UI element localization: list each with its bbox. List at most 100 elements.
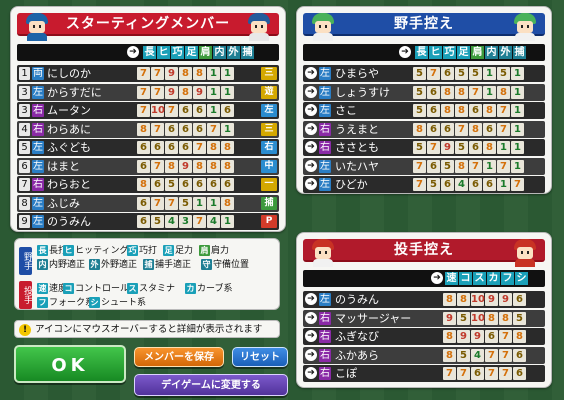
column-header-3: 足: [185, 46, 198, 59]
legend-icon: 外: [89, 259, 100, 270]
stat-value: 4: [455, 178, 468, 191]
arrow-right-icon: ➔: [431, 272, 443, 284]
starting-player-row[interactable]: 3 右ムータン 7 10 7 6 6 1 6 左: [17, 102, 279, 119]
arrow-right-icon: ➔: [305, 141, 317, 153]
arrow-right-icon: ➔: [399, 46, 411, 58]
hand-badge: 右: [319, 122, 331, 136]
bench-player-row[interactable]: ➔ 右ささとも 5 7 9 5 6 8 1 1: [303, 139, 545, 156]
starting-player-row[interactable]: 5 左ふぐども 6 6 6 6 7 8 8 右: [17, 139, 279, 156]
hand-badge: 左: [32, 85, 44, 99]
stat-value: 8: [443, 293, 456, 306]
column-header-6: 外: [499, 46, 512, 59]
stat-value: 6: [193, 178, 206, 191]
stat-value: 1: [511, 159, 524, 173]
stat-value: 6: [513, 293, 526, 306]
stat-value: 8: [413, 122, 426, 136]
legend-icon: 守: [201, 259, 212, 270]
column-header-3: カ: [487, 272, 500, 285]
stat-value: 7: [165, 104, 178, 117]
stat-value: 7: [511, 178, 524, 191]
arrow-right-icon: ➔: [305, 348, 317, 361]
day-game-button[interactable]: デイゲームに変更する: [134, 374, 288, 396]
starting-player-row[interactable]: 9 左のうみん 6 5 4 3 7 4 1 P: [17, 213, 279, 230]
stat-value: 7: [457, 367, 470, 380]
stat-value: 5: [457, 311, 470, 325]
info-icon: !: [19, 324, 31, 336]
bench-player-row[interactable]: ➔ 左いたハヤ 7 6 5 8 7 1 7 1: [303, 157, 545, 175]
stat-value: 7: [413, 159, 426, 173]
stat-value: 5: [457, 348, 470, 362]
starting-player-row[interactable]: 7 右わらおと 8 6 5 6 6 6 6 一: [17, 176, 279, 193]
stat-value: 7: [151, 122, 164, 136]
legend-label: ヒッティング: [75, 246, 129, 256]
player-name: ふかあら: [335, 348, 379, 362]
stat-value: 9: [441, 141, 454, 154]
stat-value: 8: [443, 330, 456, 343]
stat-value: 6: [179, 178, 192, 191]
column-header-1: ヒ: [429, 46, 442, 59]
ok-button[interactable]: OK: [14, 345, 126, 383]
hand-badge: 右: [319, 141, 331, 154]
bench-player-row[interactable]: ➔ 左ひどか 7 5 6 4 6 6 1 7: [303, 176, 545, 193]
stat-value: 8: [497, 85, 510, 99]
stat-value: 6: [469, 141, 482, 154]
bench-panel: 野手控え ➔ 長ヒ巧足肩内外捕 ➔ 左ひまらや 5 7 6 5 5 1 5 1 ➔ 左しょうすけ 5 6 8…: [296, 6, 552, 194]
hand-badge: 左: [319, 178, 331, 191]
pitcher-row[interactable]: ➔ 右ふぎなび 8 9 9 6 7 8: [303, 328, 545, 345]
bench-player-row[interactable]: ➔ 右うえまと 8 6 6 7 8 6 7 1: [303, 120, 545, 138]
reset-button[interactable]: リセット: [232, 347, 288, 367]
starting-player-row[interactable]: 8 左ふじみ 6 7 7 5 1 1 8 捕: [17, 194, 279, 212]
stat-value: 8: [457, 293, 470, 306]
pitcher-row[interactable]: ➔ 右こぽ 7 7 6 7 7 6: [303, 365, 545, 382]
stat-value: 7: [443, 367, 456, 380]
legend-item: 内内野適正: [37, 259, 85, 271]
stat-value: 7: [469, 85, 482, 99]
stat-value: 9: [179, 159, 192, 173]
stat-value: 6: [483, 122, 496, 136]
stat-value: 6: [469, 178, 482, 191]
bench-player-row[interactable]: ➔ 左ひまらや 5 7 6 5 5 1 5 1: [303, 65, 545, 82]
stat-value: 5: [497, 67, 510, 80]
batting-order: 9: [19, 215, 30, 228]
stat-value: 8: [441, 104, 454, 117]
stat-value: 8: [221, 196, 234, 210]
stat-value: 7: [151, 159, 164, 173]
stat-value: 5: [413, 85, 426, 99]
legend-icon: 捕: [143, 259, 154, 270]
stat-value: 9: [193, 85, 206, 99]
stat-value: 9: [457, 330, 470, 343]
legend-icon: 内: [37, 259, 48, 270]
player-name: にしのか: [47, 67, 91, 80]
column-header-4: 肩: [471, 46, 484, 59]
stat-value: 5: [469, 67, 482, 80]
stat-value: 1: [221, 85, 234, 99]
starting-player-row[interactable]: 6 左はまと 6 7 8 9 8 8 8 中: [17, 157, 279, 175]
column-header-6: 外: [227, 46, 240, 59]
bench-player-row[interactable]: ➔ 左しょうすけ 5 6 8 8 7 1 8 1: [303, 83, 545, 101]
save-members-button[interactable]: メンバーを保存: [134, 347, 224, 367]
pitcher-row[interactable]: ➔ 右ふかあら 8 5 4 7 7 6: [303, 346, 545, 364]
position-badge: 左: [261, 104, 277, 117]
starting-members-title: スターティングメンバー: [65, 16, 231, 32]
stat-value: 5: [165, 178, 178, 191]
stat-value: 1: [221, 215, 234, 228]
legend-item: シシュート系: [89, 297, 146, 309]
starting-player-row[interactable]: 3 左からすだに 7 7 9 8 9 1 1 遊: [17, 83, 279, 101]
pitcher-row[interactable]: ➔ 右マッサージャー 9 5 10 8 8 5: [303, 309, 545, 327]
stat-value: 1: [497, 178, 510, 191]
legend-label: コントロール: [75, 284, 130, 294]
player-name: のうみん: [47, 215, 91, 228]
stat-value: 5: [179, 196, 192, 210]
starting-player-row[interactable]: 1 両にしのか 7 7 9 8 8 1 1 三: [17, 65, 279, 82]
stat-value: 7: [427, 67, 440, 80]
stat-value: 7: [413, 178, 426, 191]
starting-player-row[interactable]: 4 右わらあに 8 7 6 6 6 7 1 三: [17, 120, 279, 138]
bench-header: 野手控え: [303, 13, 545, 41]
batting-order: 4: [19, 122, 30, 136]
bench-player-row[interactable]: ➔ 左さこ 5 6 8 8 6 8 7 1: [303, 102, 545, 119]
pitcher-row[interactable]: ➔ 左のうみん 8 8 10 9 9 6: [303, 291, 545, 308]
legend-item: ススタミナ: [127, 283, 175, 295]
player-name: わらあに: [47, 122, 91, 136]
legend-icon: 肩: [199, 245, 210, 256]
column-header-4: フ: [501, 272, 514, 285]
